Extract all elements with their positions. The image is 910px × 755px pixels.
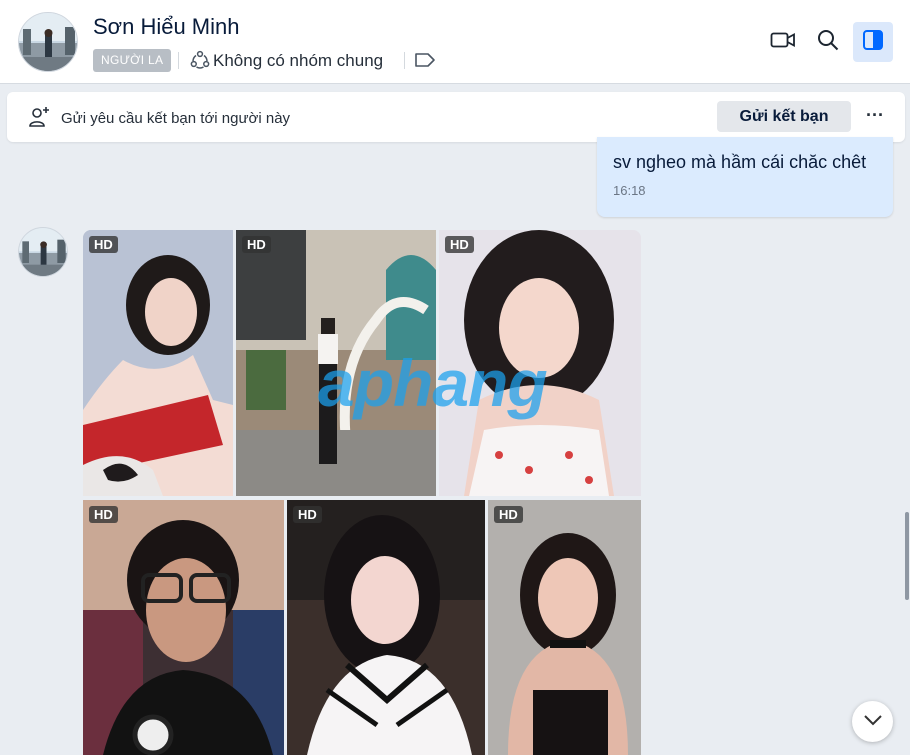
search-button[interactable] <box>808 22 848 62</box>
hd-badge: HD <box>242 236 271 253</box>
contact-avatar[interactable] <box>18 12 78 72</box>
divider <box>404 52 405 69</box>
photo-thumbnail[interactable]: HD <box>488 500 641 755</box>
hd-badge: HD <box>293 506 322 523</box>
scrollbar-thumb[interactable] <box>905 512 909 600</box>
watermark: aphang <box>318 346 548 420</box>
message-time: 16:18 <box>613 183 646 198</box>
sender-avatar[interactable] <box>18 227 68 277</box>
hd-badge: HD <box>445 236 474 253</box>
chat-header: Sơn Hiểu Minh NGƯỜI LA Không có nhóm chu… <box>0 0 910 84</box>
friend-request-bar: Gửi yêu cầu kết bạn tới người này Gửi kế… <box>7 92 905 142</box>
photo-thumbnail[interactable]: HD <box>83 230 233 496</box>
hd-badge: HD <box>89 506 118 523</box>
stranger-badge: NGƯỜI LA <box>93 49 172 72</box>
video-camera-icon <box>770 30 796 55</box>
contact-name[interactable]: Sơn Hiểu Minh <box>93 14 240 40</box>
message-bubble[interactable]: sv ngheo mà hầm cái chăc chêt 16:18 <box>597 137 893 217</box>
divider <box>178 52 179 69</box>
chevron-down-icon <box>863 713 883 731</box>
message-text: sv ngheo mà hầm cái chăc chêt <box>613 152 867 172</box>
send-friend-request-button[interactable]: Gửi kết bạn <box>717 101 851 132</box>
search-icon <box>817 29 839 56</box>
sidebar-panel-icon <box>862 29 884 56</box>
common-groups-label[interactable]: Không có nhóm chung <box>213 51 383 71</box>
add-friend-icon <box>27 105 51 129</box>
tag-icon[interactable] <box>414 51 436 69</box>
friend-request-text: Gửi yêu cầu kết bạn tới người này <box>61 110 291 127</box>
more-options-button[interactable]: ··· <box>859 103 891 131</box>
hd-badge: HD <box>494 506 523 523</box>
group-icon <box>190 50 210 70</box>
video-call-button[interactable] <box>763 22 803 62</box>
photo-thumbnail[interactable]: HD <box>287 500 485 755</box>
photo-thumbnail[interactable]: HD <box>83 500 284 755</box>
toggle-info-panel-button[interactable] <box>853 22 893 62</box>
scroll-to-bottom-button[interactable] <box>852 701 893 742</box>
hd-badge: HD <box>89 236 118 253</box>
